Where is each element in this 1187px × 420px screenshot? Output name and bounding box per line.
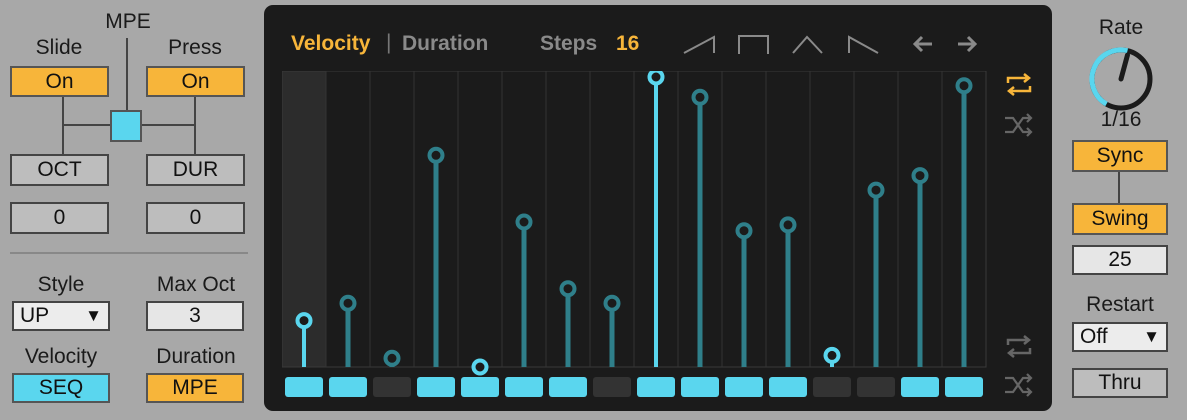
velocity-handle[interactable] — [779, 216, 797, 234]
step-toggle[interactable] — [373, 377, 411, 397]
ramp-down-icon[interactable] — [846, 31, 882, 57]
style-label: Style — [37, 273, 85, 296]
arrow-left-icon[interactable] — [910, 32, 936, 56]
restart-dropdown-value: Off — [1080, 325, 1108, 348]
velocity-handle[interactable] — [383, 349, 401, 367]
style-dropdown[interactable]: UP ▼ — [12, 301, 110, 331]
rate-knob[interactable] — [1086, 44, 1156, 114]
velocity-handle[interactable] — [295, 312, 313, 330]
max-oct-field[interactable]: 3 — [146, 301, 244, 331]
step-toggle[interactable] — [549, 377, 587, 397]
restart-label: Restart — [1086, 293, 1154, 316]
dropdown-arrow-icon: ▼ — [85, 306, 102, 325]
velocity-grid[interactable] — [282, 71, 994, 401]
dur-value-field[interactable]: 0 — [146, 202, 245, 234]
duration-shuffle-icon[interactable] — [1002, 371, 1036, 399]
square-icon[interactable] — [736, 31, 772, 57]
tab-duration[interactable]: Duration — [402, 32, 488, 56]
velocity-source-toggle[interactable]: SEQ — [12, 373, 110, 403]
mpe-label: MPE — [105, 10, 151, 33]
shuffle-icon[interactable] — [1002, 111, 1036, 139]
press-toggle[interactable]: On — [146, 66, 245, 97]
step-toggle[interactable] — [681, 377, 719, 397]
step-toggle[interactable] — [417, 377, 455, 397]
velocity-handle[interactable] — [647, 71, 665, 86]
slide-label: Slide — [35, 36, 83, 59]
step-toggle[interactable] — [857, 377, 895, 397]
duration-source-label: Duration — [156, 345, 236, 368]
step-toggle[interactable] — [329, 377, 367, 397]
velocity-source-label: Velocity — [24, 345, 98, 368]
velocity-handle[interactable] — [911, 167, 929, 185]
max-oct-label: Max Oct — [156, 273, 236, 296]
slide-toggle[interactable]: On — [10, 66, 109, 97]
style-dropdown-value: UP — [20, 304, 50, 327]
dropdown-arrow-icon: ▼ — [1143, 327, 1160, 346]
velocity-handle[interactable] — [471, 358, 489, 376]
step-toggle[interactable] — [285, 377, 323, 397]
velocity-handle[interactable] — [515, 213, 533, 231]
triangle-icon[interactable] — [790, 31, 826, 57]
press-label: Press — [168, 36, 222, 59]
step-toggle[interactable] — [461, 377, 499, 397]
dur-button[interactable]: DUR — [146, 154, 245, 186]
steps-label: Steps — [540, 32, 598, 55]
sync-button[interactable]: Sync — [1072, 140, 1168, 172]
step-toggle[interactable] — [769, 377, 807, 397]
duration-source-toggle[interactable]: MPE — [146, 373, 244, 403]
step-toggle[interactable] — [945, 377, 983, 397]
oct-button[interactable]: OCT — [10, 154, 109, 186]
press-wire — [194, 96, 196, 154]
ramp-up-icon[interactable] — [682, 31, 718, 57]
slide-wire — [62, 96, 64, 154]
mpe-wire-vertical — [126, 38, 128, 112]
velocity-handle[interactable] — [823, 346, 841, 364]
arrow-right-icon[interactable] — [954, 32, 980, 56]
step-toggle[interactable] — [901, 377, 939, 397]
velocity-handle[interactable] — [339, 294, 357, 312]
velocity-handle[interactable] — [735, 222, 753, 240]
rate-value: 1/16 — [1100, 108, 1142, 131]
velocity-handle[interactable] — [867, 181, 885, 199]
velocity-handle[interactable] — [427, 146, 445, 164]
swing-button[interactable]: Swing — [1072, 203, 1168, 235]
tab-separator: | — [386, 31, 392, 54]
mpe-toggle[interactable] — [110, 110, 142, 142]
step-toggle[interactable] — [813, 377, 851, 397]
step-toggle[interactable] — [505, 377, 543, 397]
velocity-handle[interactable] — [955, 77, 973, 95]
oct-value-field[interactable]: 0 — [10, 202, 109, 234]
sync-swing-wire — [1118, 170, 1120, 206]
loop-icon[interactable] — [1002, 71, 1036, 99]
steps-value[interactable]: 16 — [616, 32, 639, 56]
velocity-handle[interactable] — [559, 280, 577, 298]
rate-label: Rate — [1098, 16, 1144, 39]
thru-button[interactable]: Thru — [1072, 368, 1168, 398]
step-toggle[interactable] — [593, 377, 631, 397]
velocity-handle[interactable] — [603, 294, 621, 312]
restart-dropdown[interactable]: Off ▼ — [1072, 322, 1168, 352]
left-divider — [10, 252, 248, 254]
swing-amount-field[interactable]: 25 — [1072, 245, 1168, 275]
duration-loop-icon[interactable] — [1002, 333, 1036, 361]
step-toggle[interactable] — [637, 377, 675, 397]
sequencer-panel: Velocity | Duration Steps 16 — [264, 5, 1052, 411]
tab-velocity[interactable]: Velocity — [291, 32, 370, 56]
step-toggle[interactable] — [725, 377, 763, 397]
velocity-handle[interactable] — [691, 88, 709, 106]
